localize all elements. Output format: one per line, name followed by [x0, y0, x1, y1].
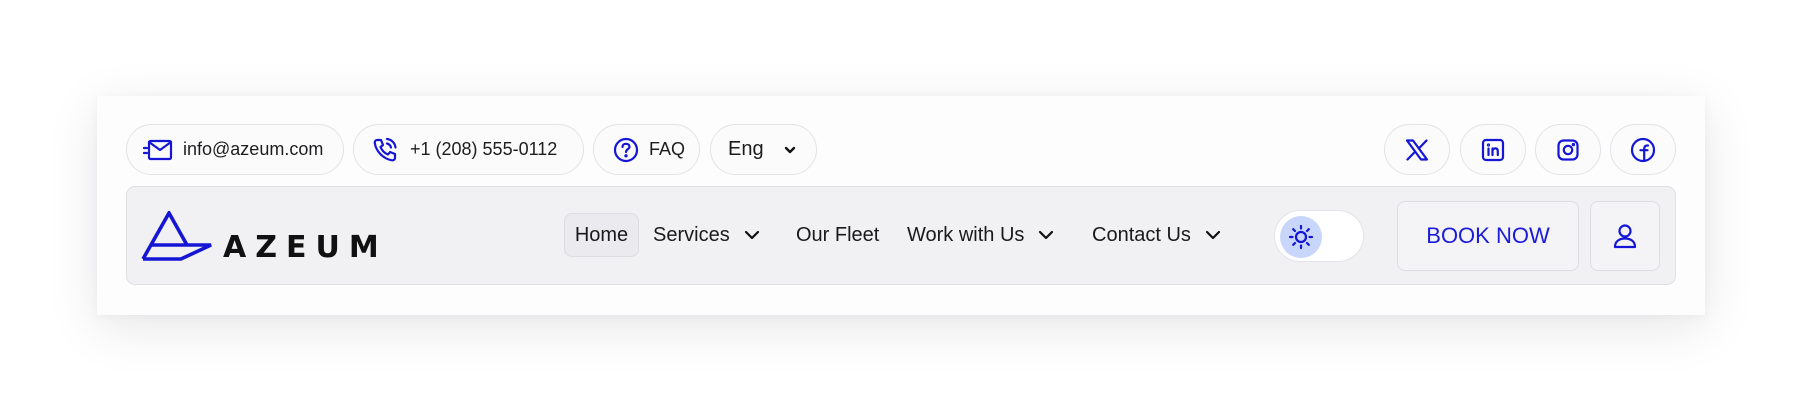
sun-icon: [1288, 224, 1314, 250]
linkedin-icon: [1481, 138, 1505, 161]
email-text: info@azeum.com: [183, 139, 324, 159]
faq-text: FAQ: [649, 139, 686, 159]
user-account-button[interactable]: [1590, 201, 1660, 271]
x-icon: [1405, 138, 1429, 161]
chevron-down-icon: [1205, 230, 1221, 240]
facebook-icon: [1630, 137, 1656, 162]
nav-services-label: Services: [653, 223, 730, 246]
nav-our-fleet-label: Our Fleet: [796, 223, 880, 246]
theme-toggle-knob: [1280, 216, 1322, 258]
linkedin-social-button[interactable]: [1460, 124, 1526, 175]
brand-name: AZEUM: [223, 230, 388, 265]
instagram-social-button[interactable]: [1535, 124, 1601, 175]
book-now-button[interactable]: BOOK NOW: [1397, 201, 1579, 271]
language-select[interactable]: Eng: [710, 124, 817, 175]
nav-work-with-us-label: Work with Us: [907, 223, 1025, 246]
nav-services[interactable]: Services: [653, 213, 760, 257]
chevron-down-icon: [784, 146, 795, 153]
phone-text: +1 (208) 555-0112: [410, 139, 558, 159]
facebook-social-button[interactable]: [1610, 124, 1676, 175]
faq-pill[interactable]: FAQ: [593, 124, 700, 175]
chevron-down-icon: [744, 230, 759, 240]
help-circle-icon: [613, 137, 639, 162]
instagram-icon: [1557, 138, 1579, 161]
phone-pill[interactable]: +1 (208) 555-0112: [353, 124, 584, 175]
chevron-down-icon: [1039, 230, 1054, 240]
language-value: Eng: [728, 138, 764, 160]
nav-contact-us-label: Contact Us: [1092, 223, 1191, 246]
brand-logo[interactable]: AZEUM: [141, 211, 388, 265]
user-icon: [1613, 224, 1637, 249]
header-card: info@azeum.com +1 (208) 555-0112 FAQ Eng: [97, 96, 1705, 315]
azeum-logo-icon: [141, 211, 212, 261]
main-navbar: AZEUM Home Services Our Fleet Work with …: [126, 186, 1676, 285]
phone-icon: [373, 137, 397, 161]
nav-home[interactable]: Home: [564, 213, 639, 257]
nav-work-with-us[interactable]: Work with Us: [907, 213, 1054, 257]
theme-toggle[interactable]: [1274, 210, 1364, 262]
nav-contact-us[interactable]: Contact Us: [1092, 213, 1221, 257]
nav-our-fleet[interactable]: Our Fleet: [796, 213, 879, 257]
mail-icon: [143, 139, 173, 160]
x-social-button[interactable]: [1384, 124, 1450, 175]
book-now-label: BOOK NOW: [1426, 223, 1550, 248]
nav-home-label: Home: [574, 223, 629, 246]
email-pill[interactable]: info@azeum.com: [126, 124, 344, 175]
